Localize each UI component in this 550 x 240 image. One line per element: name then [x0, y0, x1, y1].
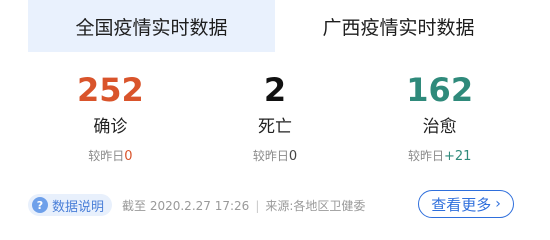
deaths-compare-value: 0 [288, 149, 298, 164]
chevron-right-icon: › [495, 196, 501, 212]
view-more-button[interactable]: 查看更多 › [418, 190, 514, 218]
tab-national-label: 全国疫情实时数据 [75, 16, 228, 39]
update-time: 截至 2020.2.27 17:26 [122, 198, 250, 213]
recovered-compare: 较昨日+21 [408, 148, 471, 165]
deaths-compare: 较昨日0 [253, 148, 297, 165]
confirmed-label: 确诊 [93, 117, 128, 137]
recovered-count: 162 [406, 71, 474, 109]
confirmed-compare-value: 0 [124, 149, 133, 164]
data-source: 来源:各地区卫健委 [265, 198, 366, 213]
stats-row: 252 确诊 较昨日0 2 死亡 较昨日0 162 治愈 较昨日+21 [28, 70, 522, 170]
view-more-label: 查看更多 [431, 195, 492, 214]
confirmed-count: 252 [76, 71, 144, 109]
recovered-label: 治愈 [422, 117, 457, 137]
region-tabs: 全国疫情实时数据 广西疫情实时数据 [28, 0, 522, 52]
data-info-label: 数据说明 [52, 199, 105, 215]
stat-confirmed: 252 确诊 较昨日0 [28, 70, 193, 170]
tab-guangxi[interactable]: 广西疫情实时数据 [275, 0, 522, 52]
deaths-label: 死亡 [258, 117, 292, 137]
deaths-count: 2 [263, 71, 287, 109]
tab-guangxi-label: 广西疫情实时数据 [322, 16, 475, 39]
recovered-compare-prefix: 较昨日 [407, 149, 444, 163]
tab-national[interactable]: 全国疫情实时数据 [28, 0, 275, 52]
question-icon: ? [32, 197, 48, 213]
confirmed-compare-prefix: 较昨日 [88, 149, 125, 163]
stat-recovered: 162 治愈 较昨日+21 [357, 70, 522, 170]
stat-deaths: 2 死亡 较昨日0 [193, 70, 358, 170]
data-info-button[interactable]: ? 数据说明 [28, 194, 113, 216]
card-footer: ? 数据说明 截至 2020.2.27 17:26 | 来源:各地区卫健委 查看更多… [28, 188, 522, 222]
epidemic-data-card: 全国疫情实时数据 广西疫情实时数据 252 确诊 较昨日0 2 死亡 较昨日0 … [0, 0, 550, 240]
confirmed-compare: 较昨日0 [88, 148, 132, 165]
meta-separator: | [255, 198, 260, 213]
deaths-compare-prefix: 较昨日 [252, 149, 289, 163]
data-meta: 截至 2020.2.27 17:26 | 来源:各地区卫健委 [122, 197, 365, 214]
recovered-compare-value: +21 [443, 149, 472, 164]
